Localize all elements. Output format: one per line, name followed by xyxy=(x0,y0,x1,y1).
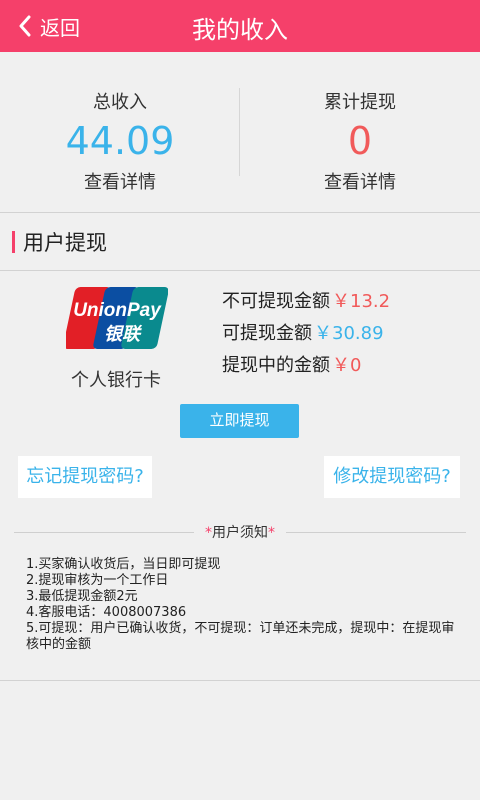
amount-value: ￥30.89 xyxy=(314,323,384,344)
amount-row: 可提现金额 ￥30.89 xyxy=(222,316,390,348)
section-accent-bar xyxy=(12,231,15,253)
notice-title-text: 用户须知 xyxy=(212,525,268,541)
total-withdrawn-panel: 累计提现 0 查看详情 xyxy=(240,52,480,212)
income-stats: 总收入 44.09 查看详情 累计提现 0 查看详情 xyxy=(0,52,480,212)
page-title: 我的收入 xyxy=(192,16,288,44)
amount-label: 可提现金额 xyxy=(222,323,312,344)
amount-value: ￥13.2 xyxy=(332,291,391,312)
amount-row: 不可提现金额 ￥13.2 xyxy=(222,284,390,316)
unionpay-cn-text: 银联 xyxy=(104,324,143,345)
unionpay-brand-text: UnionPay xyxy=(73,300,162,321)
divider xyxy=(0,270,480,271)
total-withdrawn-value: 0 xyxy=(347,119,373,163)
notice-title: *用户须知* xyxy=(190,522,290,542)
amount-value: ￥0 xyxy=(332,355,362,376)
bank-card-label: 个人银行卡 xyxy=(71,370,161,391)
total-withdrawn-label: 累计提现 xyxy=(324,92,396,113)
notice-star: * xyxy=(205,525,212,541)
section-title: 用户提现 xyxy=(12,226,107,258)
total-income-value: 44.09 xyxy=(65,119,175,163)
withdraw-amounts: 不可提现金额 ￥13.2 可提现金额 ￥30.89 提现中的金额 ￥0 xyxy=(222,284,390,380)
notice-list: 1.买家确认收货后，当日即可提现 2.提现审核为一个工作日 3.最低提现金额2元… xyxy=(26,557,466,653)
notice-item: 4.客服电话：4008007386 xyxy=(26,605,187,620)
notice-item: 3.最低提现金额2元 xyxy=(26,589,138,604)
total-withdrawn-detail-link[interactable]: 查看详情 xyxy=(240,168,480,194)
unionpay-logo-icon[interactable]: UnionPay 银联 xyxy=(66,285,168,351)
notice-item: 5.可提现：用户已确认收货，不可提现：订单还未完成，提现中：在提现审核中的金额 xyxy=(26,621,455,652)
total-income-detail-link[interactable]: 查看详情 xyxy=(0,168,240,194)
divider xyxy=(0,680,480,681)
forgot-password-button[interactable]: 忘记提现密码? xyxy=(18,456,152,498)
divider xyxy=(0,212,480,213)
amount-row: 提现中的金额 ￥0 xyxy=(222,348,390,380)
notice-divider-right xyxy=(286,532,466,533)
app-header: 返回 我的收入 xyxy=(0,0,480,52)
total-income-panel: 总收入 44.09 查看详情 xyxy=(0,52,240,212)
notice-item: 1.买家确认收货后，当日即可提现 xyxy=(26,557,221,572)
total-income-label: 总收入 xyxy=(93,92,147,113)
change-password-button[interactable]: 修改提现密码? xyxy=(324,456,460,498)
notice-item: 2.提现审核为一个工作日 xyxy=(26,573,169,588)
notice-divider-left xyxy=(14,532,194,533)
amount-label: 不可提现金额 xyxy=(222,291,330,312)
section-title-text: 用户提现 xyxy=(23,231,107,255)
amount-label: 提现中的金额 xyxy=(222,355,330,376)
notice-star: * xyxy=(268,525,275,541)
withdraw-now-button[interactable]: 立即提现 xyxy=(180,404,299,438)
